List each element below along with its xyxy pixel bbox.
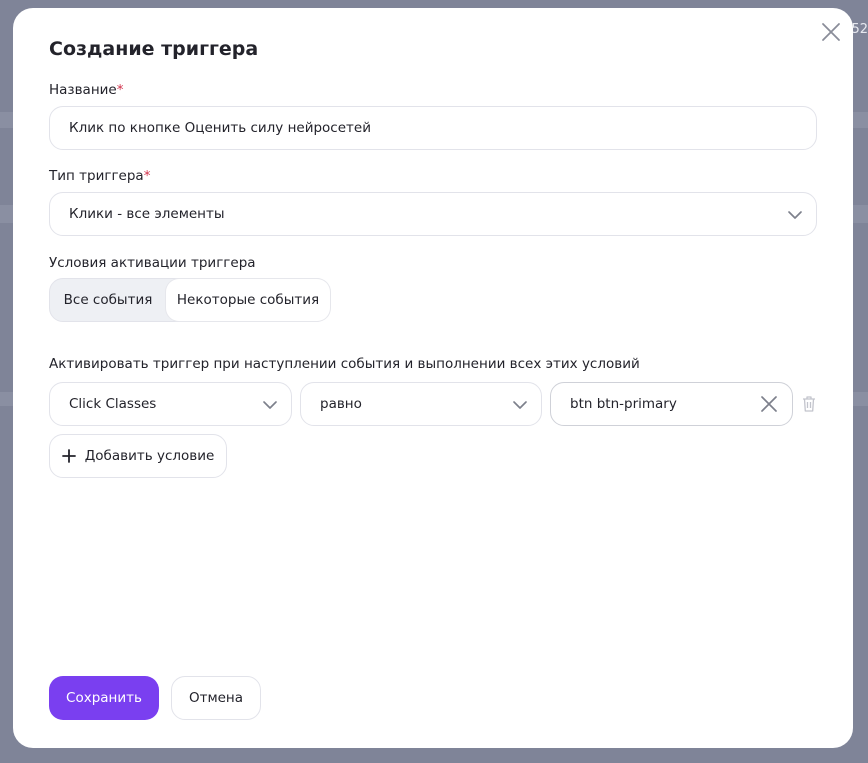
cancel-button[interactable]: Отмена bbox=[171, 676, 261, 720]
chevron-down-icon bbox=[511, 396, 529, 414]
plus-icon bbox=[61, 449, 76, 463]
condition-value-input[interactable]: btn btn-primary bbox=[550, 382, 793, 426]
trigger-type-label: Тип триггера* bbox=[49, 168, 150, 184]
add-condition-button[interactable]: Добавить условие bbox=[49, 434, 227, 478]
condition-operator-select[interactable]: равно bbox=[300, 382, 542, 426]
chevron-down-icon bbox=[261, 396, 279, 414]
conditions-label: Активировать триггер при наступлении соб… bbox=[49, 356, 640, 372]
activation-label: Условия активации триггера bbox=[49, 255, 256, 271]
background-text: 52 bbox=[851, 22, 868, 37]
name-label: Название* bbox=[49, 82, 124, 98]
close-icon[interactable] bbox=[819, 20, 843, 44]
trigger-type-select[interactable]: Клики - все элементы bbox=[49, 192, 817, 236]
condition-operator-value: равно bbox=[320, 396, 362, 412]
trash-icon[interactable] bbox=[801, 395, 817, 413]
trigger-type-value: Клики - все элементы bbox=[69, 206, 225, 222]
name-input-value: Клик по кнопке Оценить силу нейросетей bbox=[69, 120, 371, 136]
required-mark: * bbox=[143, 168, 151, 184]
chevron-down-icon bbox=[786, 206, 804, 224]
condition-variable-select[interactable]: Click Classes bbox=[49, 382, 292, 426]
condition-variable-value: Click Classes bbox=[69, 396, 157, 412]
required-mark: * bbox=[116, 82, 124, 98]
dialog-title: Создание триггера bbox=[49, 38, 259, 60]
add-condition-label: Добавить условие bbox=[84, 448, 215, 464]
segment-some-events[interactable]: Некоторые события bbox=[166, 279, 330, 321]
condition-value-text: btn btn-primary bbox=[570, 396, 677, 412]
save-button[interactable]: Сохранить bbox=[49, 676, 159, 720]
create-trigger-dialog: Создание триггера Название* Клик по кноп… bbox=[13, 8, 853, 748]
activation-segmented-control: Все события Некоторые события bbox=[49, 278, 330, 322]
name-input[interactable]: Клик по кнопке Оценить силу нейросетей bbox=[49, 106, 817, 150]
trigger-type-label-text: Тип триггера bbox=[49, 168, 144, 184]
segment-all-events[interactable]: Все события bbox=[50, 279, 166, 321]
name-label-text: Название bbox=[49, 82, 117, 98]
clear-icon[interactable] bbox=[760, 395, 778, 413]
